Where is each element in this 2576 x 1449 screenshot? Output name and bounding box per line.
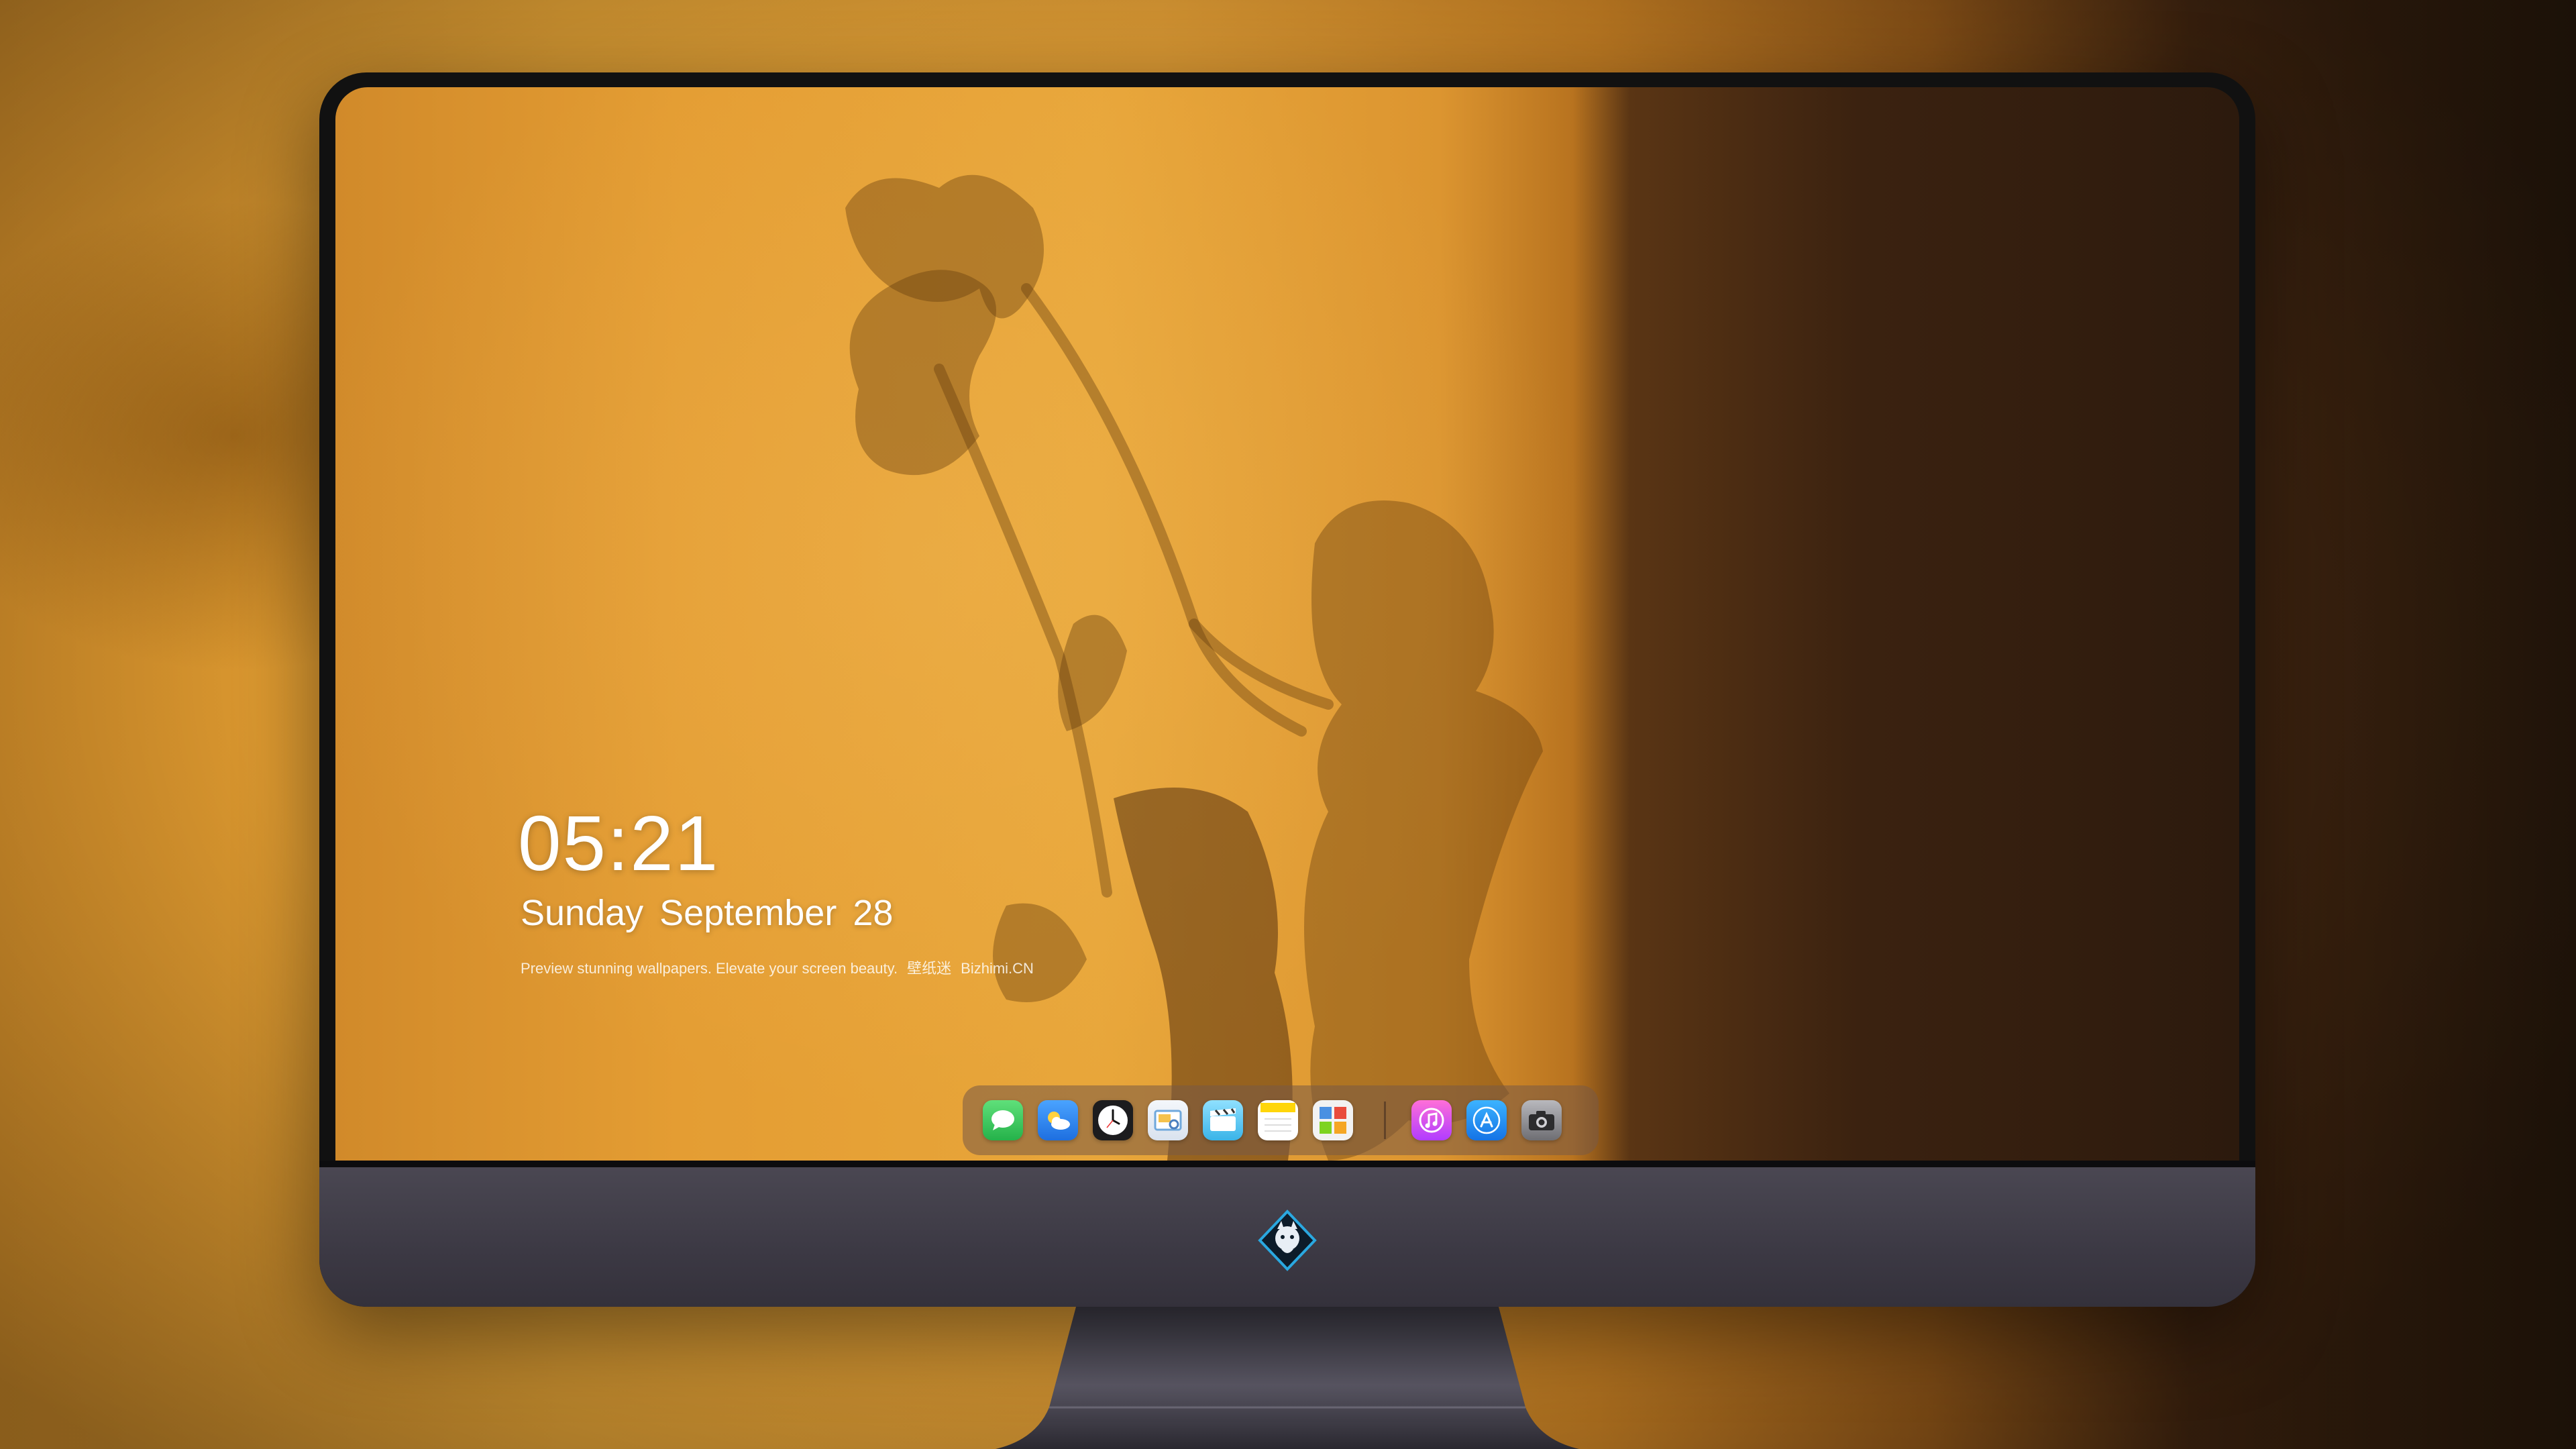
tagline-site: Bizhimi.CN — [961, 960, 1034, 977]
notes-icon[interactable] — [1258, 1100, 1298, 1140]
weather-icon[interactable] — [1038, 1100, 1078, 1140]
date-weekday: Sunday — [521, 893, 644, 933]
lockscreen-date: Sunday September 28 — [521, 892, 893, 934]
monitor-stand — [996, 1307, 1579, 1449]
imac-monitor: 05:21 Sunday September 28 Preview stunning… — [319, 72, 2255, 1307]
dock-separator — [1384, 1102, 1386, 1139]
dock — [963, 1085, 1599, 1155]
lockscreen-clock: 05:21 — [518, 800, 720, 887]
photo-booth-icon[interactable] — [1313, 1100, 1353, 1140]
brand-logo-icon — [1258, 1210, 1317, 1271]
camera-icon[interactable] — [1521, 1100, 1562, 1140]
tagline-cn: 壁纸迷 — [907, 960, 952, 977]
lock-screen: 05:21 Sunday September 28 Preview stunning… — [335, 87, 2239, 1161]
clock-icon[interactable] — [1093, 1100, 1133, 1140]
lockscreen-tagline: Preview stunning wallpapers. Elevate you… — [521, 957, 1034, 978]
tagline-text: Preview stunning wallpapers. Elevate you… — [521, 960, 898, 977]
itunes-icon[interactable] — [1411, 1100, 1452, 1140]
date-month: September — [659, 893, 837, 933]
flower-shadow-wallpaper — [845, 174, 1543, 1161]
preview-icon[interactable] — [1148, 1100, 1188, 1140]
app-store-icon[interactable] — [1466, 1100, 1507, 1140]
clips-icon[interactable] — [1203, 1100, 1243, 1140]
monitor-chin — [319, 1161, 2255, 1307]
messages-icon[interactable] — [983, 1100, 1023, 1140]
date-day: 28 — [853, 893, 894, 933]
